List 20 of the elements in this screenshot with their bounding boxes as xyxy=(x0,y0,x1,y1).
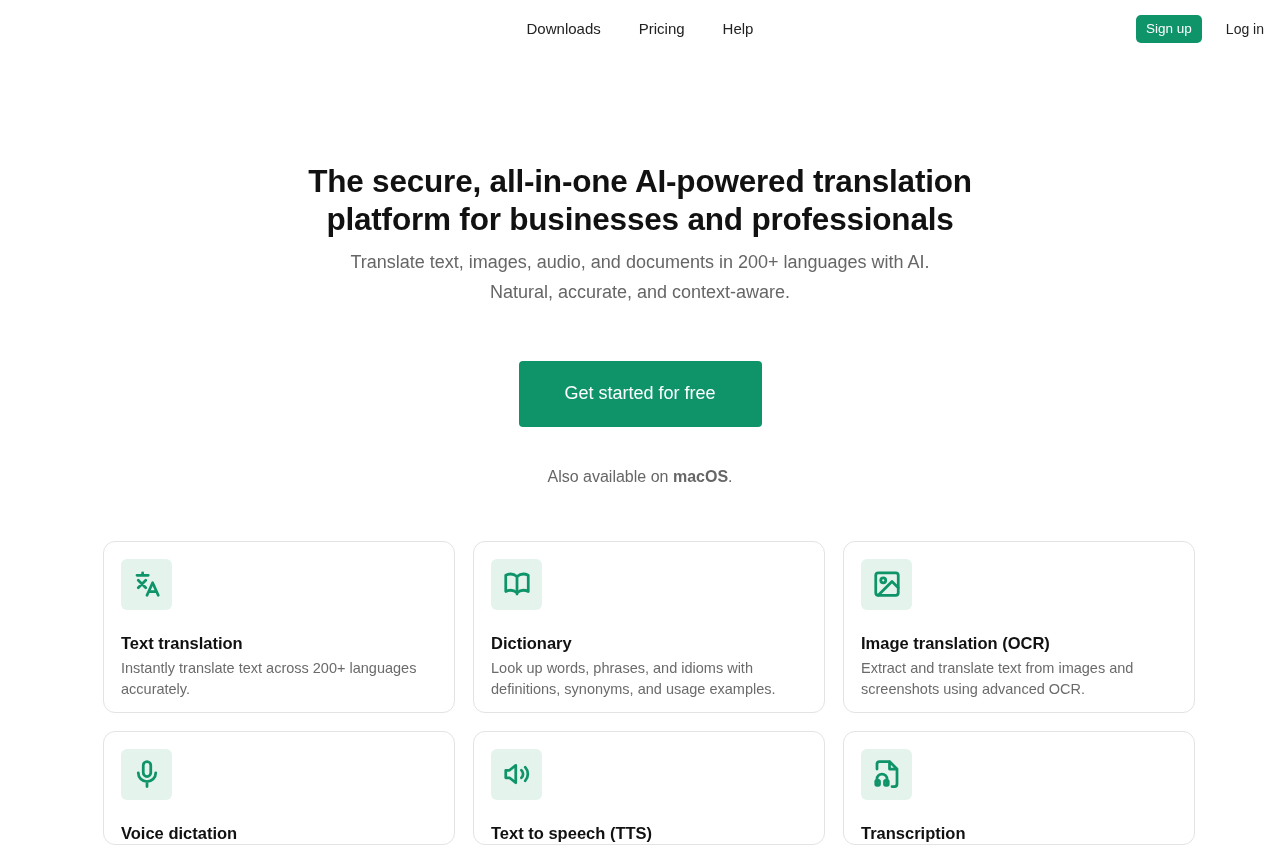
feature-title: Image translation (OCR) xyxy=(861,632,1051,654)
hero-title: The secure, all-in-one AI-powered translation platform for businesses and professionals xyxy=(307,162,973,239)
feature-title: Text translation xyxy=(121,632,244,654)
nav-link[interactable]: Downloads xyxy=(526,17,601,41)
feature-title: Dictionary xyxy=(491,632,573,654)
get-started-button[interactable]: Get started for free xyxy=(518,360,762,427)
availability-text: Also available on macOS. xyxy=(546,466,734,487)
image-icon xyxy=(871,569,902,600)
feature-description: Look up words, phrases, and idioms with definitions, synonyms, and usage examples. xyxy=(491,658,777,699)
sign-up-button[interactable]: Sign up xyxy=(1136,14,1202,44)
feature-title: Transcription xyxy=(861,822,967,844)
hero-subtitle: Natural, accurate, and context-aware. xyxy=(488,280,792,304)
feature-description: Extract and translate text from images and screenshots using advanced OCR. xyxy=(861,658,1135,699)
log-in-link[interactable]: Log in xyxy=(1225,18,1264,40)
nav-link[interactable]: Help xyxy=(722,17,754,41)
feature-title: Text to speech (TTS) xyxy=(491,822,654,844)
feature-title: Voice dictation xyxy=(121,822,239,844)
nav-link[interactable]: Pricing xyxy=(638,17,685,41)
hero-subtitle: Translate text, images, audio, and documents in 200+ languages with AI. xyxy=(349,250,931,274)
feature-description: Instantly translate text across 200+ languages accurately. xyxy=(121,658,418,699)
